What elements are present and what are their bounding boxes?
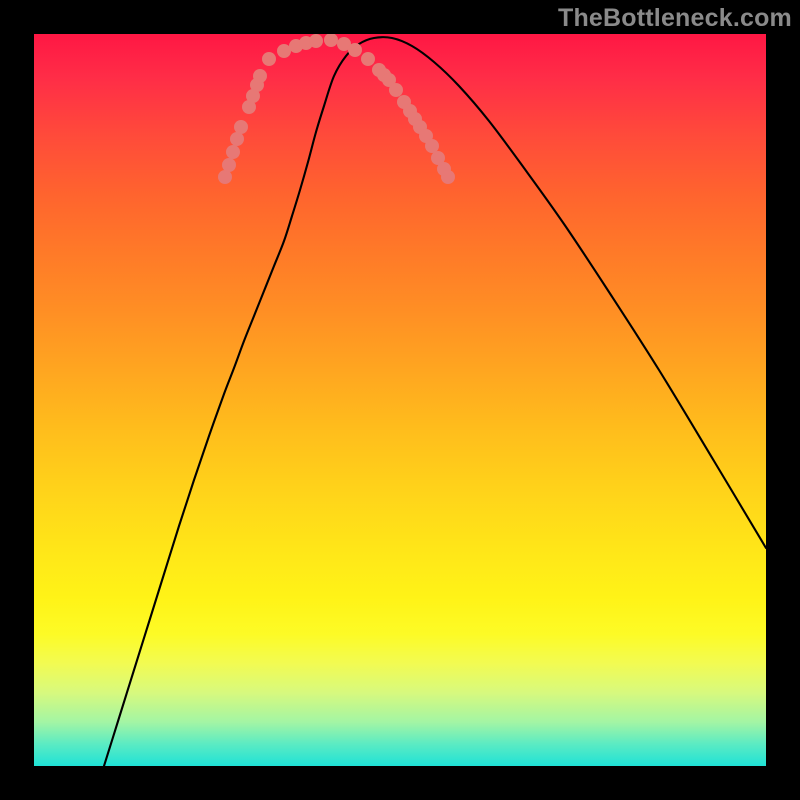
marker-dot: [234, 120, 248, 134]
marker-dot: [218, 170, 232, 184]
marker-dot: [348, 43, 362, 57]
marker-dot: [361, 52, 375, 66]
marker-dot: [441, 170, 455, 184]
chart-svg: [34, 34, 766, 766]
marker-dot: [389, 83, 403, 97]
marker-dot: [253, 69, 267, 83]
marker-dot: [226, 145, 240, 159]
marker-dot: [222, 158, 236, 172]
watermark-text: TheBottleneck.com: [558, 4, 792, 33]
marker-dot: [425, 139, 439, 153]
marker-dot: [262, 52, 276, 66]
marker-dot: [230, 132, 244, 146]
plot-area: [34, 34, 766, 766]
marker-dot: [324, 34, 338, 47]
marker-group: [218, 34, 455, 184]
marker-dot: [277, 44, 291, 58]
marker-dot: [309, 34, 323, 48]
